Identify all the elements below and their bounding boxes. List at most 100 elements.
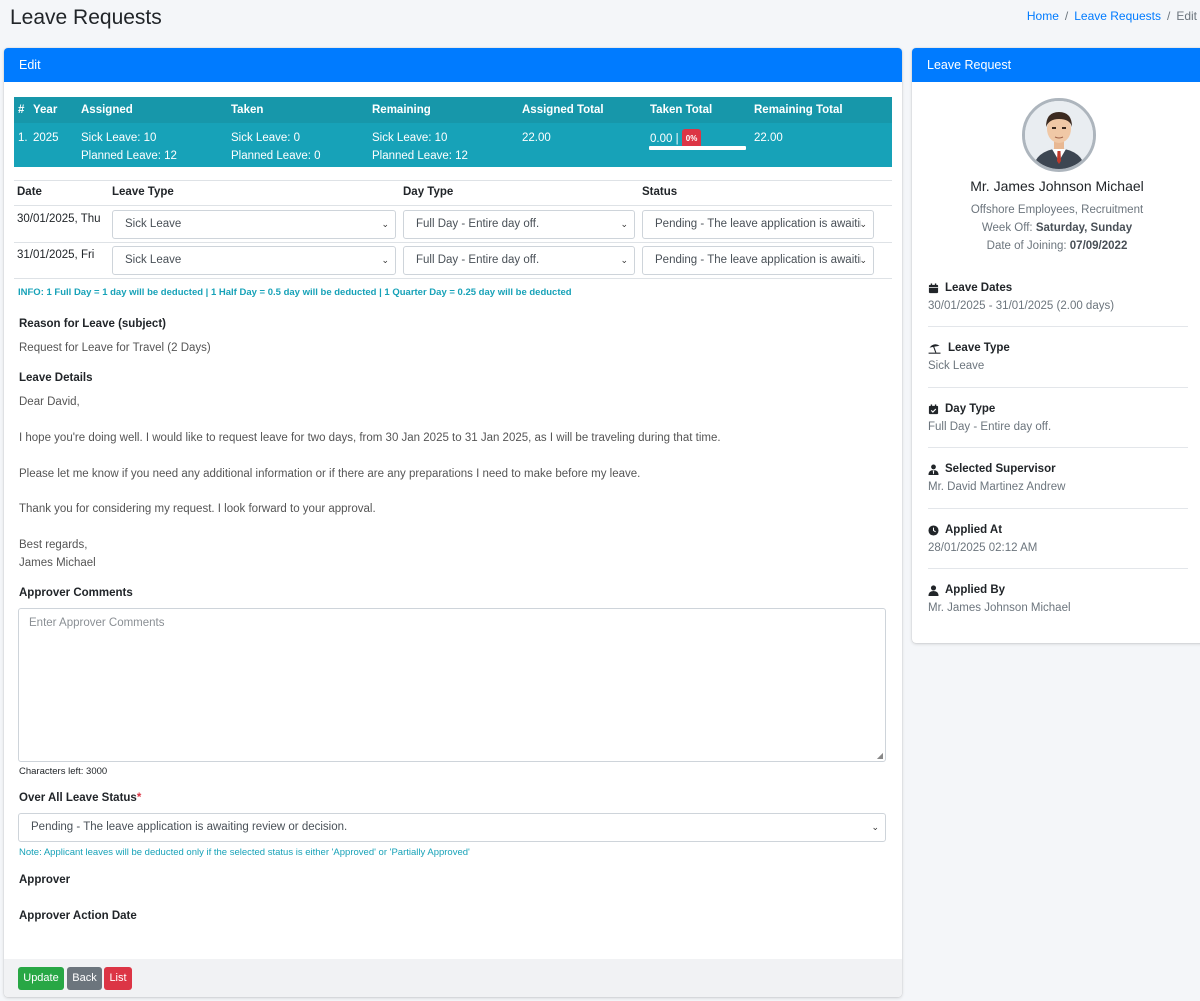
row-1-status-select[interactable]: Pending - The leave application is await…: [642, 210, 874, 239]
details-line: James Michael: [19, 557, 96, 569]
summary-header-taken-total: Taken Total: [650, 104, 713, 116]
chevron-down-icon: ⌄: [620, 219, 628, 229]
summary-index: 1.: [18, 132, 28, 144]
row-1-leave-type-select[interactable]: Sick Leave ⌄: [112, 210, 396, 239]
applied-at-item: Applied At: [928, 524, 1002, 536]
leave-request-card-header: Leave Request: [912, 48, 1200, 82]
summary-year: 2025: [33, 132, 59, 144]
summary-header-remaining-total: Remaining Total: [754, 104, 843, 116]
profile-date-of-joining: Date of Joining: 07/09/2022: [986, 240, 1128, 252]
details-line: Best regards,: [19, 539, 88, 551]
row-2-leave-type-select[interactable]: Sick Leave ⌄: [112, 246, 396, 275]
dates-header-status: Status: [642, 186, 678, 198]
row-2-status-select[interactable]: Pending - The leave application is await…: [642, 246, 874, 275]
applied-by-value: Mr. James Johnson Michael: [928, 602, 1071, 614]
summary-row: 1. 2025 Sick Leave: 10 Planned Leave: 12…: [14, 123, 892, 167]
row-2-date: 31/01/2025, Fri: [17, 249, 95, 261]
taken-progress-bar: [649, 146, 746, 150]
divider: [928, 447, 1188, 448]
page-title: Leave Requests: [10, 6, 162, 29]
overall-status-label: Over All Leave Status*: [19, 792, 142, 804]
dates-header-date: Date: [17, 186, 42, 198]
summary-header-row: # Year Assigned Taken Remaining Assigned…: [14, 97, 892, 123]
summary-header-remaining: Remaining: [372, 104, 431, 116]
update-button[interactable]: Update: [18, 967, 64, 990]
leave-details-label: Leave Details: [19, 372, 93, 384]
day-type-item: Day Type: [928, 403, 995, 415]
summary-assigned-planned: Planned Leave: 12: [81, 150, 177, 162]
summary-taken-sick: Sick Leave: 0: [231, 132, 301, 144]
divider: [928, 568, 1188, 569]
deduction-note: Note: Applicant leaves will be deducted …: [19, 847, 470, 858]
overall-status-select[interactable]: Pending - The leave application is await…: [18, 813, 886, 842]
row-1-day-type-select[interactable]: Full Day - Entire day off. ⌄: [403, 210, 635, 239]
profile-department: Offshore Employees, Recruitment: [970, 204, 1144, 216]
divider: [928, 508, 1188, 509]
breadcrumb-current: Edit: [1176, 9, 1197, 23]
selected-supervisor-value: Mr. David Martinez Andrew: [928, 481, 1066, 493]
day-type-value: Full Day - Entire day off.: [928, 421, 1052, 433]
back-button[interactable]: Back: [67, 967, 102, 990]
umbrella-beach-icon: [928, 343, 941, 354]
summary-assigned-total: 22.00: [522, 132, 551, 144]
details-line: I hope you're doing well. I would like t…: [19, 432, 721, 444]
leave-type-value: Sick Leave: [928, 360, 985, 372]
summary-assigned: Sick Leave: 10 Planned Leave: 12: [81, 129, 177, 165]
summary-header-assigned: Assigned: [81, 104, 133, 116]
characters-left: Characters left: 3000: [19, 766, 108, 777]
summary-taken-total-value: 0.00 |: [650, 133, 679, 145]
table-divider: [14, 205, 892, 206]
summary-header-year: Year: [33, 104, 58, 116]
reason-value: Request for Leave for Travel (2 Days): [19, 342, 211, 354]
user-icon: [928, 584, 939, 596]
summary-header-taken: Taken: [231, 104, 264, 116]
clock-icon: [928, 524, 939, 536]
approver-comments-textarea[interactable]: Enter Approver Comments ◢: [18, 608, 886, 762]
chevron-down-icon: ⌄: [381, 219, 389, 229]
leave-request-card: Leave Request Mr. James Johnson Michael …: [912, 48, 1200, 643]
divider: [928, 387, 1188, 388]
summary-remaining-sick: Sick Leave: 10: [372, 132, 448, 144]
dates-header-leave-type: Leave Type: [112, 186, 174, 198]
summary-assigned-sick: Sick Leave: 10: [81, 132, 157, 144]
supervisor-icon: [928, 464, 939, 475]
summary-taken-planned: Planned Leave: 0: [231, 150, 321, 162]
calendar-check-icon: [928, 403, 939, 414]
leave-type-item: Leave Type: [928, 342, 1010, 354]
row-1-date: 30/01/2025, Thu: [17, 213, 101, 225]
leave-dates-item: Leave Dates: [928, 282, 1012, 294]
chevron-down-icon: ⌄: [871, 822, 879, 832]
chevron-down-icon: ⌄: [859, 219, 867, 229]
deduction-info: INFO: 1 Full Day = 1 day will be deducte…: [18, 287, 572, 298]
breadcrumb-home[interactable]: Home: [1027, 9, 1059, 23]
avatar: [1022, 98, 1096, 172]
summary-remaining-planned: Planned Leave: 12: [372, 150, 468, 162]
breadcrumb: Home / Leave Requests / Edit: [1027, 9, 1197, 23]
list-button[interactable]: List: [104, 967, 132, 990]
applied-by-item: Applied By: [928, 584, 1005, 596]
details-line: Dear David,: [19, 396, 80, 408]
leave-dates-value: 30/01/2025 - 31/01/2025 (2.00 days): [928, 300, 1115, 312]
reason-label: Reason for Leave (subject): [19, 318, 166, 330]
table-divider: [14, 278, 892, 279]
breadcrumb-separator: /: [1166, 9, 1171, 23]
approver-comments-label: Approver Comments: [19, 587, 133, 599]
approver-comments-placeholder: Enter Approver Comments: [29, 617, 165, 629]
summary-header-assigned-total: Assigned Total: [522, 104, 604, 116]
details-line: Please let me know if you need any addit…: [19, 468, 641, 480]
divider: [928, 326, 1188, 327]
row-2-day-type-select[interactable]: Full Day - Entire day off. ⌄: [403, 246, 635, 275]
selected-supervisor-item: Selected Supervisor: [928, 463, 1056, 475]
summary-remaining-total: 22.00: [754, 132, 783, 144]
profile-name: Mr. James Johnson Michael: [970, 178, 1144, 194]
avatar-image: [1025, 101, 1093, 169]
summary-taken: Sick Leave: 0 Planned Leave: 0: [231, 129, 321, 165]
applied-at-value: 28/01/2025 02:12 AM: [928, 542, 1038, 554]
table-divider: [14, 242, 892, 243]
approver-label: Approver: [19, 874, 71, 886]
resize-grip-icon[interactable]: ◢: [877, 751, 883, 760]
edit-card: Edit # Year Assigned Taken Remaining Ass…: [4, 48, 902, 997]
profile-week-off: Week Off: Saturday, Sunday: [981, 222, 1133, 234]
breadcrumb-leave-requests[interactable]: Leave Requests: [1074, 9, 1161, 23]
chevron-down-icon: ⌄: [620, 255, 628, 265]
